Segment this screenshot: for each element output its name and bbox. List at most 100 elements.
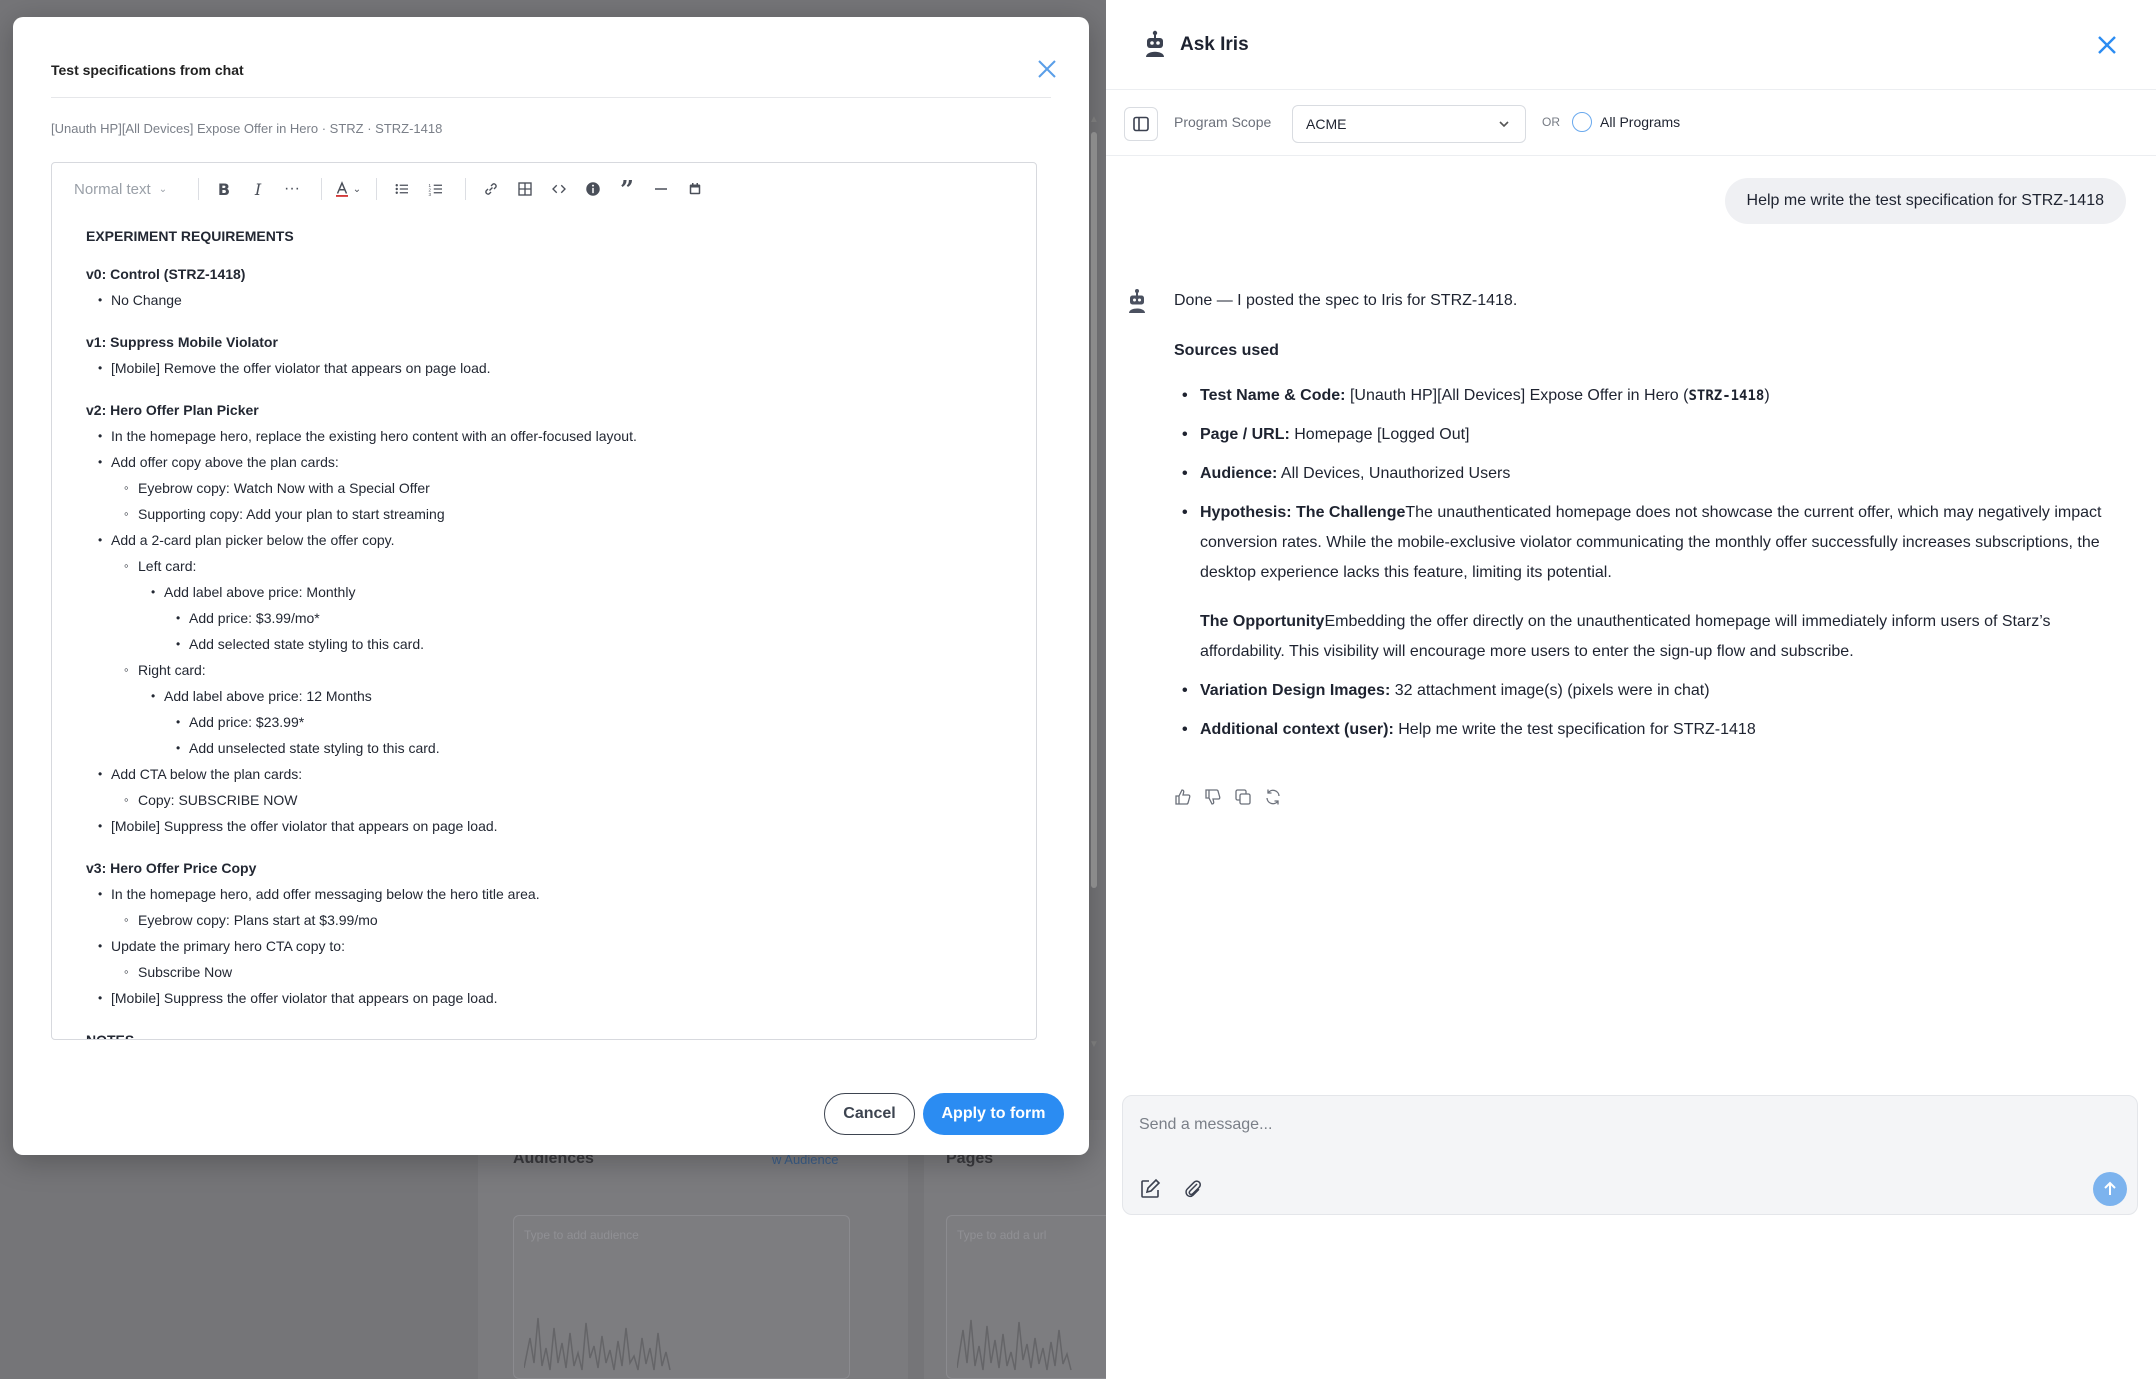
cancel-button[interactable]: Cancel: [824, 1093, 915, 1135]
italic-icon[interactable]: I: [243, 174, 273, 204]
doc-list-item: Eyebrow copy: Watch Now with a Special O…: [86, 475, 1006, 501]
close-icon[interactable]: [1033, 55, 1061, 83]
program-scope-bar: Program Scope ACME OR All Programs: [1106, 90, 2156, 156]
doc-list-item: Eyebrow copy: Plans start at $3.99/mo: [86, 907, 1006, 933]
numbered-list-icon[interactable]: 123: [421, 174, 451, 204]
toolbar-divider: [321, 178, 322, 200]
edit-icon[interactable]: [1139, 1178, 1161, 1200]
modal-subtitle: [Unauth HP][All Devices] Expose Offer in…: [51, 121, 443, 136]
program-scope-select[interactable]: ACME: [1292, 105, 1526, 143]
doc-list-item: Add price: $3.99/mo*: [86, 605, 1006, 631]
iris-header: Ask Iris: [1106, 0, 2156, 90]
background-chart-graphic-2: [957, 1319, 1072, 1371]
doc-list-item: No Change: [86, 287, 1006, 313]
doc-list-item: Update the primary hero CTA copy to:: [86, 933, 1006, 959]
doc-list-item: Supporting copy: Add your plan to start …: [86, 501, 1006, 527]
chevron-down-icon: ⌄: [158, 183, 168, 195]
all-programs-label: All Programs: [1600, 114, 1681, 130]
send-button[interactable]: [2093, 1172, 2127, 1206]
hypothesis-opportunity: The OpportunityEmbedding the offer direc…: [1200, 613, 2051, 660]
message-input[interactable]: [1139, 1110, 2039, 1140]
editor-scrollbar-thumb[interactable]: [1091, 132, 1097, 888]
thumbs-up-icon[interactable]: [1174, 788, 1192, 806]
ask-iris-panel: Ask Iris Program Scope ACME OR All Progr…: [1106, 0, 2156, 1379]
source-item-context: Additional context (user): Help me write…: [1174, 715, 2124, 745]
horizontal-rule-icon[interactable]: [646, 174, 676, 204]
doc-section-title: v1: Suppress Mobile Violator: [86, 334, 278, 350]
copy-icon[interactable]: [1234, 788, 1252, 806]
background-chart-graphic: [524, 1317, 671, 1371]
attachment-icon[interactable]: [1183, 1178, 1203, 1200]
doc-section-title: v2: Hero Offer Plan Picker: [86, 402, 259, 418]
arrow-up-icon: [2104, 1181, 2116, 1195]
program-scope-value: ACME: [1306, 116, 1347, 132]
doc-list-item: Add offer copy above the plan cards:: [86, 449, 1006, 475]
doc-heading: EXPERIMENT REQUIREMENTS: [86, 228, 294, 244]
test-spec-modal: Test specifications from chat [Unauth HP…: [13, 17, 1099, 1155]
doc-list-item: Add unselected state styling to this car…: [86, 735, 1006, 761]
background-pages-box: Type to add a url: [946, 1215, 1106, 1379]
toolbar-divider: [376, 178, 377, 200]
more-formatting-icon[interactable]: ···: [277, 174, 307, 204]
editor-toolbar: Normal text ⌄ B I ··· ⌄ 123 ”: [52, 163, 1036, 215]
doc-list-item: [Mobile] Suppress the offer violator tha…: [86, 985, 1006, 1011]
doc-list-item: Add price: $23.99*: [86, 709, 1006, 735]
doc-list-item: Add label above price: 12 Months: [86, 683, 1006, 709]
user-message-bubble: Help me write the test specification for…: [1724, 178, 2126, 224]
editor-document[interactable]: EXPERIMENT REQUIREMENTS v0: Control (STR…: [86, 223, 1006, 1039]
source-item-hypothesis: Hypothesis: The ChallengeThe unauthentic…: [1174, 498, 2124, 667]
toolbar-divider: [465, 178, 466, 200]
doc-list-item: Right card:: [86, 657, 1006, 683]
background-audience-hint: Type to add audience: [524, 1228, 639, 1242]
close-icon[interactable]: [2094, 32, 2120, 58]
doc-section-title: v0: Control (STRZ-1418): [86, 266, 246, 282]
text-color-icon[interactable]: ⌄: [332, 174, 362, 204]
link-icon[interactable]: [476, 174, 506, 204]
date-icon[interactable]: [680, 174, 710, 204]
apply-to-form-button[interactable]: Apply to form: [923, 1093, 1064, 1135]
source-item-audience: Audience: All Devices, Unauthorized User…: [1174, 459, 2124, 489]
doc-list-item: Add CTA below the plan cards:: [86, 761, 1006, 787]
robot-avatar-icon: [1129, 289, 1145, 313]
quote-icon[interactable]: ”: [612, 174, 642, 204]
doc-section-title: NOTES: [86, 1032, 135, 1040]
toolbar-divider: [198, 178, 199, 200]
bold-icon[interactable]: B: [209, 174, 239, 204]
assistant-message: Done — I posted the spec to Iris for STR…: [1174, 286, 2124, 754]
doc-list-item: Copy: SUBSCRIBE NOW: [86, 787, 1006, 813]
chevron-down-icon: [1499, 121, 1509, 128]
scroll-down-arrow-icon[interactable]: ▼: [1089, 1039, 1099, 1050]
thumbs-down-icon[interactable]: [1204, 788, 1222, 806]
scroll-up-arrow-icon[interactable]: ▲: [1089, 114, 1099, 125]
sidebar-toggle-button[interactable]: [1124, 107, 1158, 141]
assistant-intro: Done — I posted the spec to Iris for STR…: [1174, 292, 1518, 309]
doc-list-item: [Mobile] Remove the offer violator that …: [86, 355, 1006, 381]
doc-list-item: Add selected state styling to this card.: [86, 631, 1006, 657]
or-label: OR: [1542, 115, 1560, 129]
sidebar-panel-icon: [1133, 116, 1149, 132]
doc-sections: v0: Control (STRZ-1418) No Change v1: Supp…: [86, 261, 1006, 1040]
bullet-list-icon[interactable]: [387, 174, 417, 204]
doc-list-item: Add label above price: Monthly: [86, 579, 1006, 605]
table-icon[interactable]: [510, 174, 540, 204]
source-item-page: Page / URL: Homepage [Logged Out]: [1174, 420, 2124, 450]
message-actions: [1174, 788, 1282, 806]
doc-section-title: v3: Hero Offer Price Copy: [86, 860, 257, 876]
regenerate-icon[interactable]: [1264, 788, 1282, 806]
doc-list-item: Subscribe Now: [86, 959, 1006, 985]
all-programs-radio[interactable]: [1572, 112, 1592, 132]
code-icon[interactable]: [544, 174, 574, 204]
modal-title: Test specifications from chat: [51, 62, 244, 78]
doc-list-item: Left card:: [86, 553, 1006, 579]
doc-list-item: In the homepage hero, add offer messagin…: [86, 881, 1006, 907]
source-item-images: Variation Design Images: 32 attachment i…: [1174, 676, 2124, 706]
source-item-test-name: Test Name & Code: [Unauth HP][All Device…: [1174, 381, 2124, 411]
message-composer: [1122, 1095, 2138, 1215]
modal-divider: [51, 97, 1051, 98]
info-panel-icon[interactable]: [578, 174, 608, 204]
sources-heading: Sources used: [1174, 342, 1279, 359]
text-style-dropdown[interactable]: Normal text ⌄: [74, 174, 184, 204]
doc-list-item: [Mobile] Suppress the offer violator tha…: [86, 813, 1006, 839]
doc-list-item: In the homepage hero, replace the existi…: [86, 423, 1006, 449]
rich-text-editor[interactable]: Normal text ⌄ B I ··· ⌄ 123 ” EXPERIMENT…: [51, 162, 1037, 1040]
